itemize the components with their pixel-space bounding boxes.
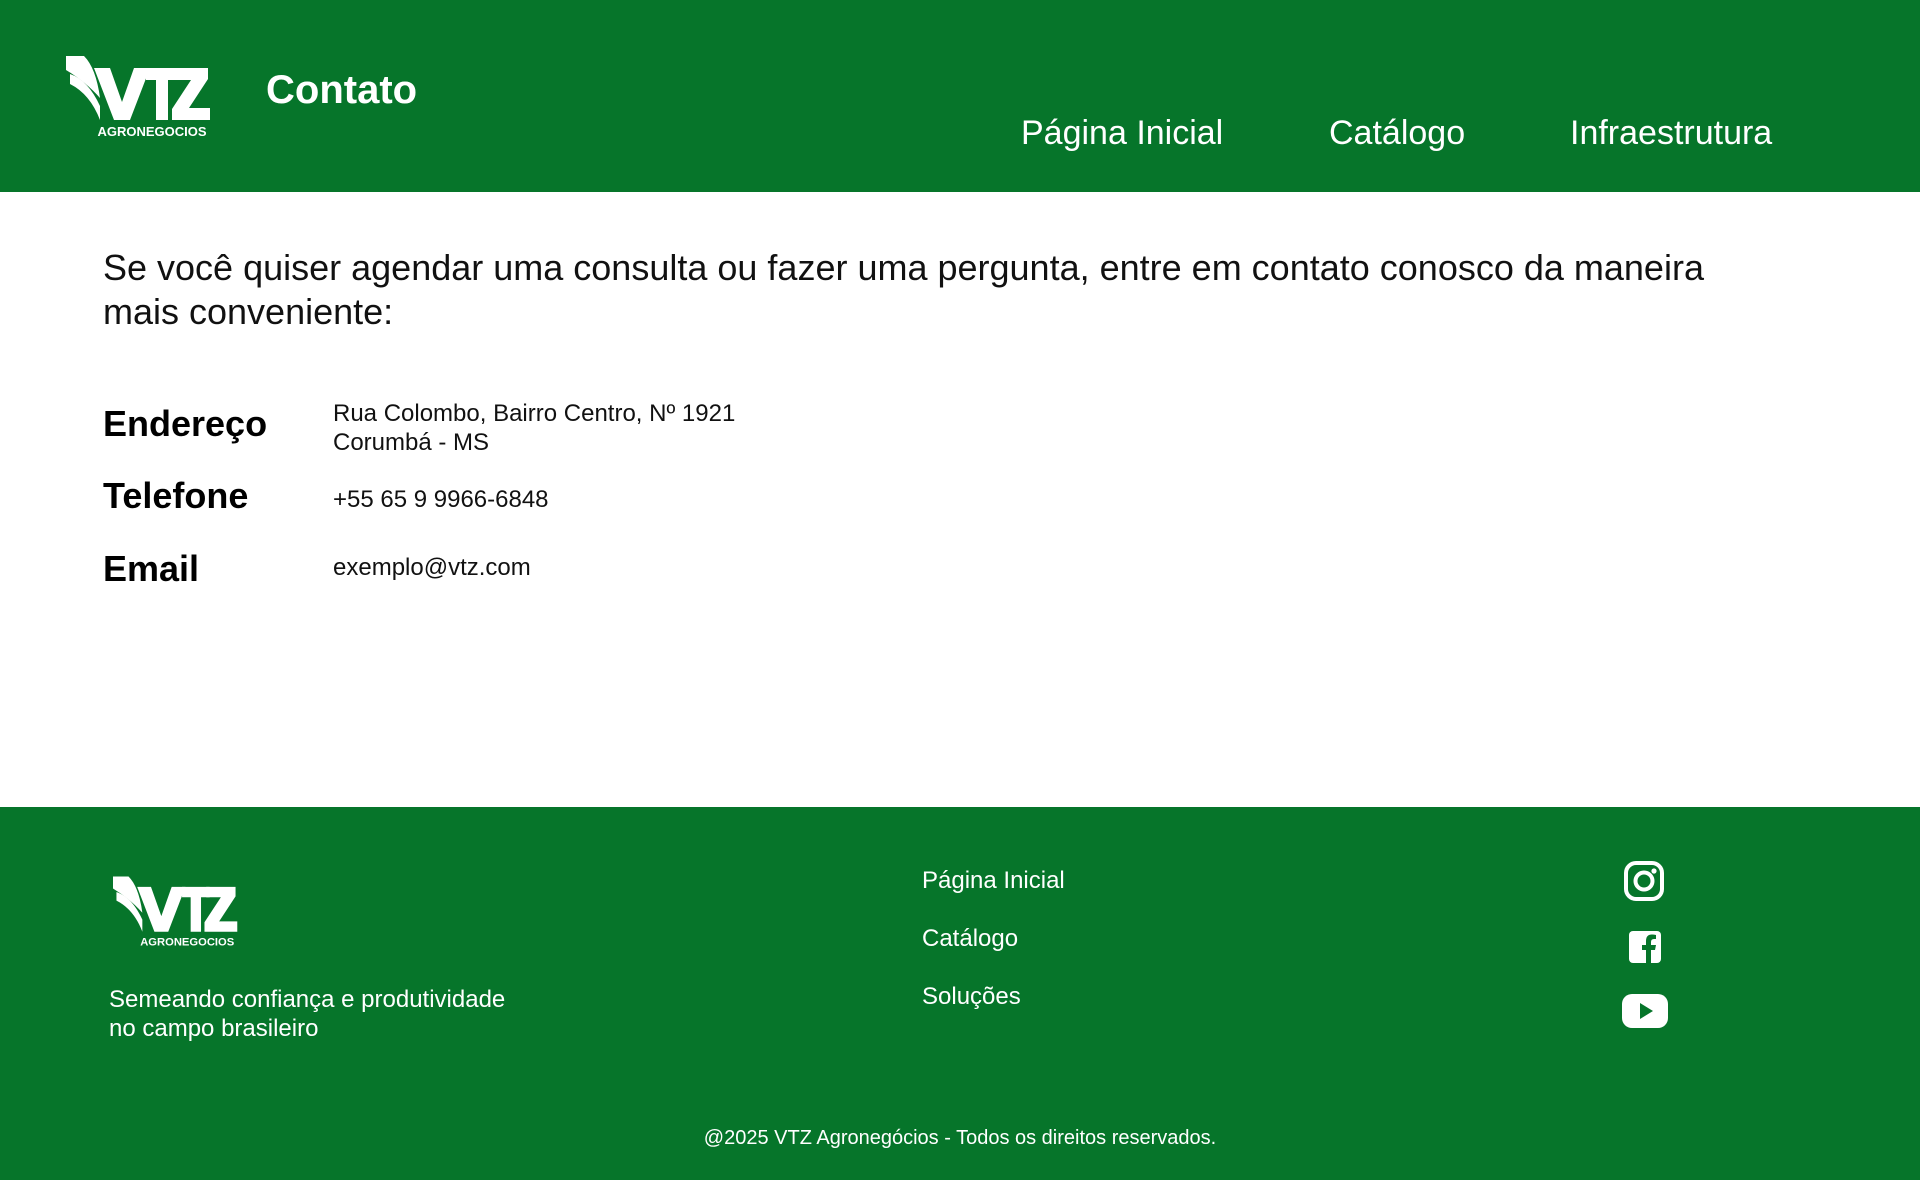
- tagline-line-2: no campo brasileiro: [109, 1015, 319, 1042]
- logo-subtext: AGRONEGOCIOS: [97, 124, 206, 138]
- site-header: AGRONEGOCIOS Contato Página Inicial Catá…: [0, 0, 1920, 192]
- nav-catalog-link[interactable]: Catálogo: [1329, 116, 1465, 150]
- email-value[interactable]: exemplo@vtz.com: [333, 553, 531, 582]
- youtube-icon[interactable]: [1622, 994, 1668, 1028]
- site-footer: AGRONEGOCIOS Semeando confiança e produt…: [0, 807, 1920, 1180]
- phone-label: Telefone: [103, 475, 249, 516]
- phone-value[interactable]: +55 65 9 9966-6848: [333, 485, 549, 514]
- intro-line-2: mais conveniente:: [103, 291, 394, 332]
- footer-tagline: Semeando confiança e produtividade no ca…: [109, 985, 505, 1043]
- address-line-1: Rua Colombo, Bairro Centro, Nº 1921: [333, 400, 736, 427]
- email-label: Email: [103, 548, 200, 589]
- address-value: Rua Colombo, Bairro Centro, Nº 1921 Coru…: [333, 399, 735, 457]
- footer-link-solutions[interactable]: Soluções: [922, 985, 1021, 1009]
- intro-text: Se você quiser agendar uma consulta ou f…: [103, 246, 1823, 334]
- address-label: Endereço: [103, 403, 268, 444]
- facebook-icon[interactable]: [1629, 931, 1661, 963]
- footer-link-catalog[interactable]: Catálogo: [922, 927, 1018, 951]
- instagram-icon[interactable]: [1623, 860, 1665, 902]
- page-title: Contato: [266, 68, 418, 112]
- nav-home-link[interactable]: Página Inicial: [1021, 116, 1223, 150]
- nav-infrastructure-link[interactable]: Infraestrutura: [1570, 116, 1772, 150]
- vtz-logo[interactable]: AGRONEGOCIOS: [66, 54, 212, 138]
- footer-link-home[interactable]: Página Inicial: [922, 869, 1065, 893]
- copyright-text: @2025 VTZ Agronegócios - Todos os direit…: [703, 1127, 1217, 1149]
- tagline-line-1: Semeando confiança e produtividade: [109, 986, 506, 1013]
- address-line-2: Corumbá - MS: [333, 429, 490, 456]
- footer-vtz-logo[interactable]: AGRONEGOCIOS: [113, 874, 239, 948]
- intro-line-1: Se você quiser agendar uma consulta ou f…: [103, 247, 1704, 288]
- footer-logo-subtext: AGRONEGOCIOS: [140, 937, 235, 948]
